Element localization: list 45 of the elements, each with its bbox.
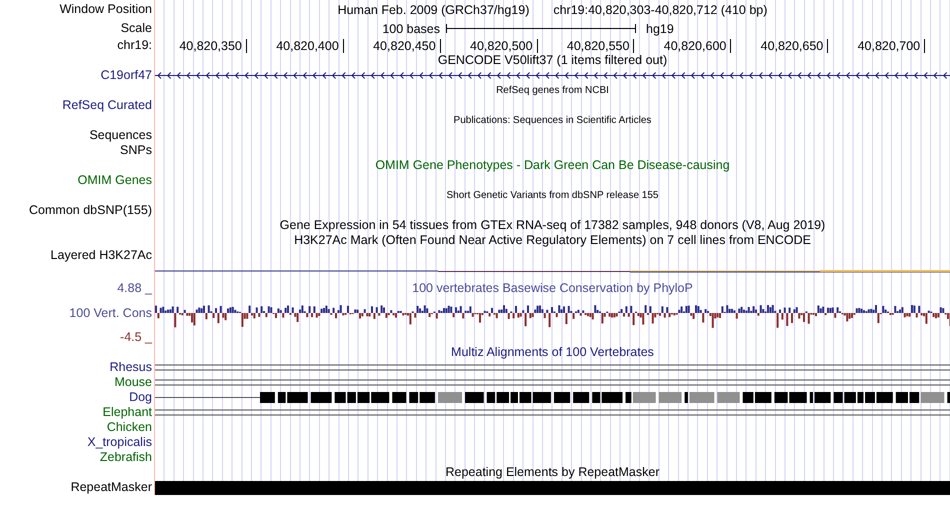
gene-feature-drawing[interactable] <box>155 72 950 79</box>
track-label[interactable]: Sequences <box>89 128 152 143</box>
row-label: chr19: <box>117 38 152 53</box>
ruler-tick: 40,820,350 <box>150 38 247 52</box>
ruler-tick: 40,820,550 <box>538 38 634 52</box>
track-label[interactable]: Common dbSNP(155) <box>29 203 152 218</box>
track-title: H3K27Ac Mark (Often Found Near Active Regulatory Elements) on 7 cell lines from ENCODE <box>294 233 811 248</box>
track-label[interactable]: Chicken <box>106 420 152 435</box>
row-label: Scale <box>120 21 152 36</box>
ruler-tick: 40,820,700 <box>828 38 926 52</box>
track-title: Repeating Elements by RepeatMasker <box>445 465 660 480</box>
track-label[interactable]: Layered H3K27Ac <box>50 248 152 263</box>
position-text: chr19:40,820,303-40,820,712 (410 bp) <box>553 2 768 16</box>
track-title: Gene Expression in 54 tissues from GTEx RNA-seq of 17382 samples, 948 donors (V8, Aug 2019) <box>280 218 826 233</box>
ruler-tick: 40,820,400 <box>246 38 344 52</box>
repeat-element-bar[interactable] <box>155 480 950 494</box>
track-title: OMIM Gene Phenotypes - Dark Green Can Be Disease-causing <box>375 158 730 173</box>
track-label[interactable]: 4.88 _ <box>117 281 152 296</box>
track-label[interactable]: RefSeq Curated <box>62 98 152 113</box>
track-label[interactable]: Rhesus <box>110 360 152 375</box>
track-title: RefSeq genes from NCBI <box>496 84 609 98</box>
track-title: Short Genetic Variants from dbSNP release 155 <box>446 189 658 203</box>
track-label[interactable]: RepeatMasker <box>70 480 152 495</box>
ruler-tick: 40,820,450 <box>344 38 441 52</box>
track-label[interactable]: Zebrafish <box>100 450 152 465</box>
ruler-tick: 40,820,600 <box>634 38 732 52</box>
track-title: Publications: Sequences in Scientific Articles <box>454 114 652 128</box>
track-label[interactable]: Dog <box>129 390 152 405</box>
track-title: GENCODE V50lift37 (1 items filtered out) <box>438 53 668 68</box>
track-title: Multiz Alignments of 100 Vertebrates <box>451 345 654 360</box>
track-label[interactable]: OMIM Genes <box>78 173 152 188</box>
scale-text: 100 bases <box>381 22 441 36</box>
track-label[interactable]: -4.5 _ <box>120 330 152 345</box>
ruler-tick: 40,820,500 <box>440 38 538 52</box>
track-label[interactable]: 100 Vert. Cons <box>69 306 152 320</box>
track-label[interactable]: X_tropicalis <box>87 435 152 450</box>
assembly-name: hg19 <box>645 22 674 36</box>
track-label[interactable]: Elephant <box>102 405 152 420</box>
track-label[interactable]: SNPs <box>120 143 152 158</box>
track-label[interactable]: C19orf47 <box>100 68 152 83</box>
track-title: 100 vertebrates Basewise Conservation by PhyloP <box>412 281 693 296</box>
ruler-tick: 40,820,650 <box>731 38 828 52</box>
row-label: Window Position <box>60 2 152 17</box>
track-label[interactable]: Mouse <box>114 375 152 390</box>
assembly-title: Human Feb. 2009 (GRCh37/hg19) <box>338 2 530 16</box>
